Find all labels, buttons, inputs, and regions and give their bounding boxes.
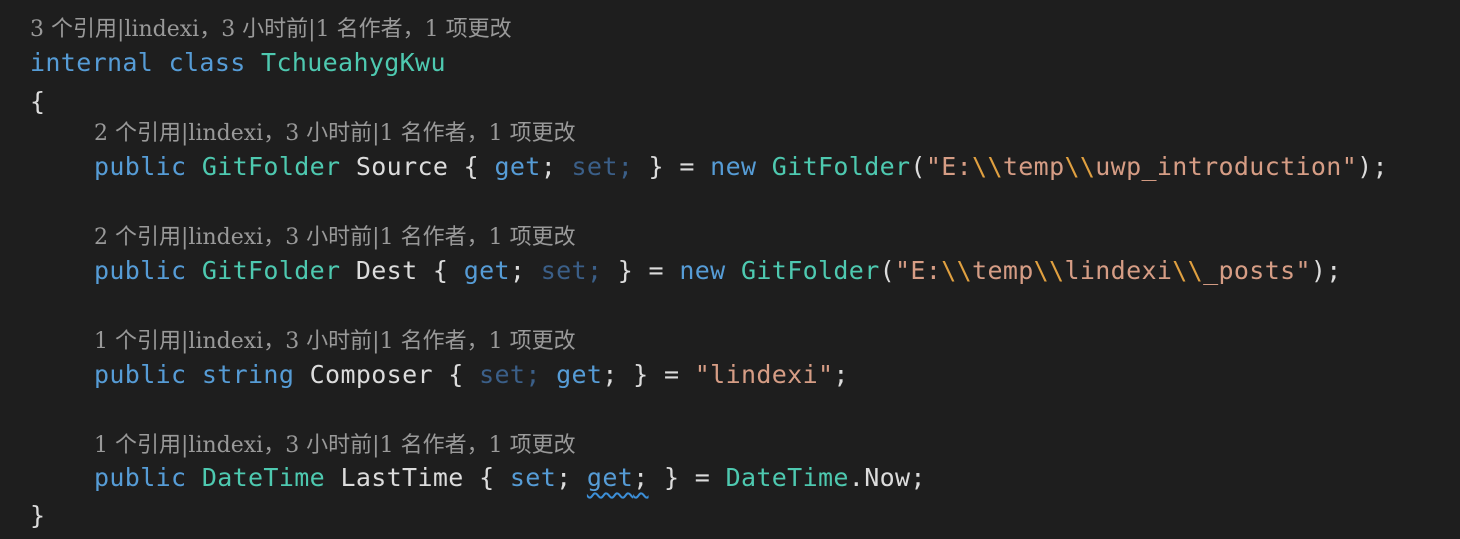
string-literal-part: "E: [925, 152, 973, 181]
keyword-modifier: public [94, 152, 187, 181]
string-escape: \\ [941, 256, 973, 285]
property-type: DateTime [201, 463, 326, 492]
open-brace: { [30, 87, 46, 116]
codelens-class[interactable]: 3 个引用|lindexi，3 小时前|1 名作者，1 项更改 [30, 13, 512, 47]
code-line-close-brace[interactable]: } [30, 499, 45, 533]
property-name: LastTime [340, 463, 464, 492]
initializer-type: GitFolder [740, 256, 880, 285]
keyword-modifier: internal [30, 48, 154, 77]
codelens-member[interactable]: 1 个引用|lindexi，3 小时前|1 名作者，1 项更改 [94, 429, 576, 463]
codelens-text[interactable]: 1 个引用|lindexi，3 小时前|1 名作者，1 项更改 [94, 433, 576, 458]
codelens-member[interactable]: 1 个引用|lindexi，3 小时前|1 名作者，1 项更改 [94, 325, 576, 359]
initializer-member: Now [864, 463, 911, 492]
keyword-new: new [710, 152, 757, 181]
string-literal-part: "E: [895, 256, 942, 285]
string-literal: "lindexi" [694, 360, 834, 389]
code-line-property-dest[interactable]: public GitFolder Dest { get; set; } = ne… [94, 254, 1342, 288]
code-line-property-composer[interactable]: public string Composer { set; get; } = "… [94, 358, 849, 392]
property-name: Dest [355, 256, 418, 285]
property-type: GitFolder [201, 152, 341, 181]
string-escape: \\ [1172, 256, 1204, 285]
accessor-get: get [494, 152, 541, 181]
initializer-type: DateTime [725, 463, 849, 492]
initializer-type: GitFolder [771, 152, 911, 181]
keyword-modifier: public [94, 256, 187, 285]
accessor-set: set [540, 256, 587, 285]
property-name: Composer [309, 360, 433, 389]
close-brace: } [30, 501, 46, 530]
property-type: GitFolder [201, 256, 341, 285]
accessor-set: set [571, 152, 618, 181]
string-literal-part: temp [972, 256, 1034, 285]
property-type: string [201, 360, 295, 389]
class-name: TchueahygKwu [261, 48, 446, 77]
accessor-set: set [479, 360, 526, 389]
string-escape: \\ [1064, 152, 1096, 181]
codelens-text[interactable]: 2 个引用|lindexi，3 小时前|1 名作者，1 项更改 [94, 121, 576, 146]
codelens-text[interactable]: 3 个引用|lindexi，3 小时前|1 名作者，1 项更改 [30, 17, 512, 42]
codelens-text[interactable]: 1 个引用|lindexi，3 小时前|1 名作者，1 项更改 [94, 329, 576, 354]
code-line-class-declaration[interactable]: internal class TchueahygKwu [30, 46, 446, 80]
string-literal-part: lindexi [1064, 256, 1173, 285]
codelens-text[interactable]: 2 个引用|lindexi，3 小时前|1 名作者，1 项更改 [94, 225, 576, 250]
string-escape: \\ [972, 152, 1003, 181]
code-line-open-brace[interactable]: { [30, 85, 45, 119]
keyword-class: class [168, 48, 246, 77]
string-literal-part: uwp_introduction" [1095, 152, 1358, 181]
string-literal-part: _posts" [1203, 256, 1311, 285]
keyword-modifier: public [94, 360, 187, 389]
codelens-member[interactable]: 2 个引用|lindexi，3 小时前|1 名作者，1 项更改 [94, 221, 576, 255]
keyword-modifier: public [94, 463, 187, 492]
code-line-property-source[interactable]: public GitFolder Source { get; set; } = … [94, 150, 1388, 184]
accessor-get-warning-squiggle[interactable]: get [587, 463, 633, 492]
string-escape: \\ [1033, 256, 1065, 285]
accessor-get: get [463, 256, 510, 285]
codelens-member[interactable]: 2 个引用|lindexi，3 小时前|1 名作者，1 项更改 [94, 117, 576, 151]
code-editor[interactable]: 3 个引用|lindexi，3 小时前|1 名作者，1 项更改 internal… [0, 0, 1460, 539]
string-literal-part: temp [1002, 152, 1065, 181]
accessor-get: get [556, 360, 603, 389]
accessor-set: set [509, 463, 557, 492]
keyword-new: new [679, 256, 726, 285]
code-line-property-lasttime[interactable]: public DateTime LastTime { set; get; } =… [94, 461, 926, 495]
property-name: Source [355, 152, 449, 181]
